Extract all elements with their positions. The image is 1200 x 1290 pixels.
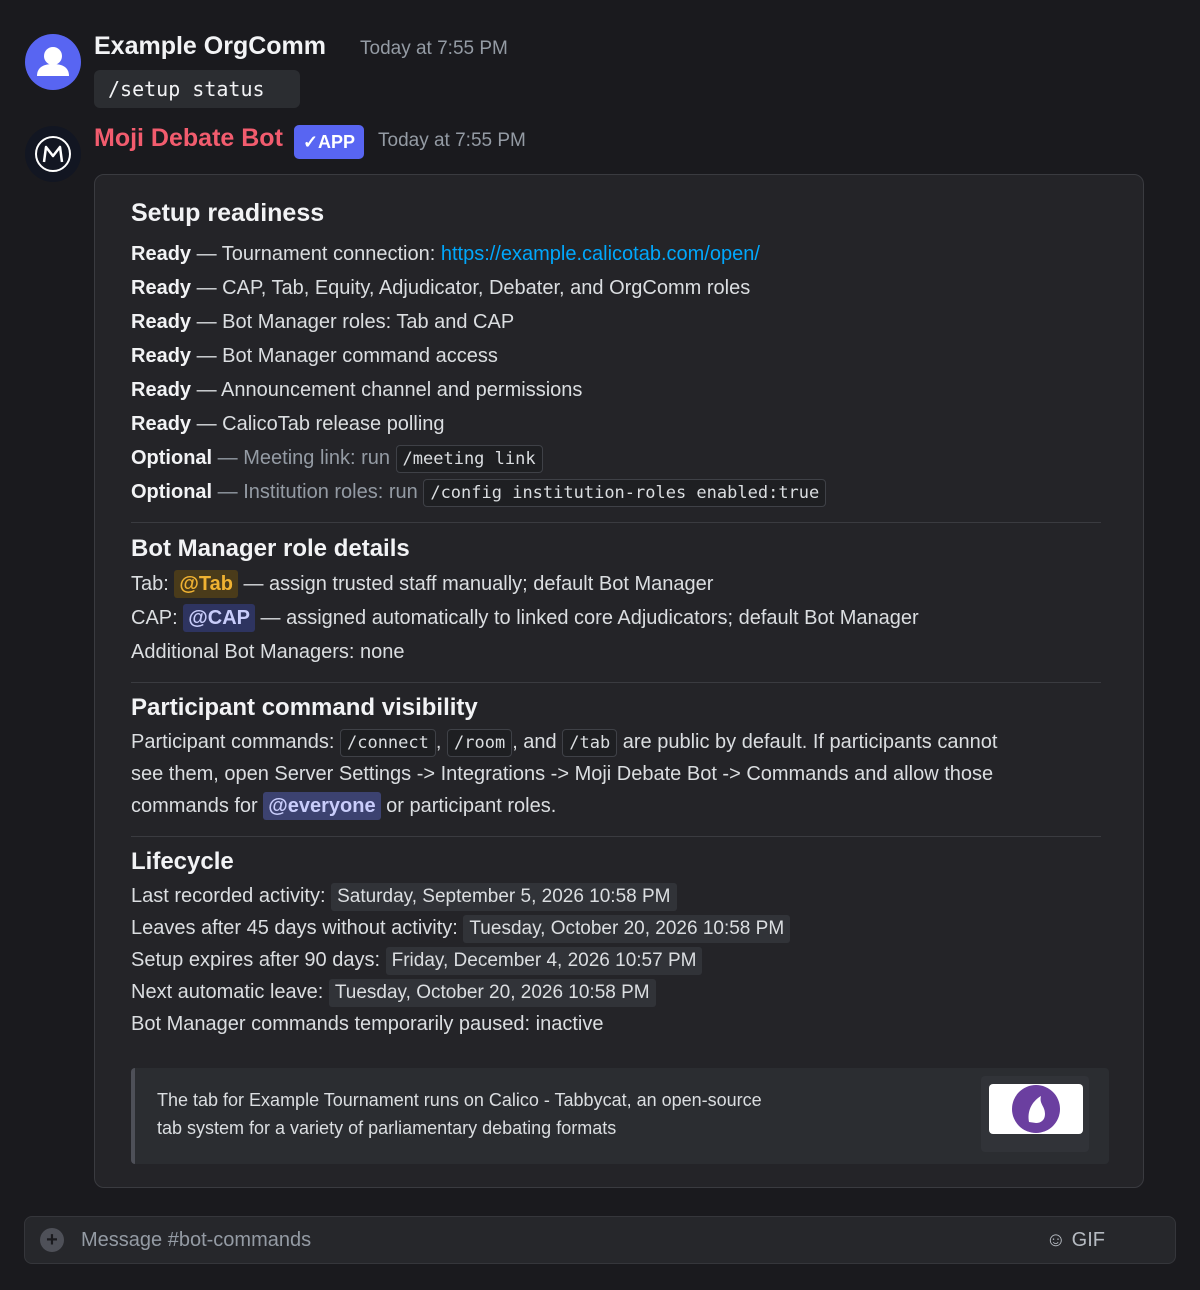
slash-command-chip[interactable]: /setup status xyxy=(94,70,300,108)
readiness-item: Ready — CalicoTab release polling xyxy=(131,413,445,435)
link-preview-description: The tab for Example Tournament runs on C… xyxy=(157,1090,762,1138)
section-title-lifecycle: Lifecycle xyxy=(131,848,234,875)
timestamp-chip[interactable]: Tuesday, October 20, 2026 10:58 PM xyxy=(463,915,791,943)
message-composer[interactable]: + Message #bot-commands ☺ GIF xyxy=(24,1216,1176,1264)
inline-code: /meeting link xyxy=(395,445,543,473)
everyone-mention[interactable]: @everyone xyxy=(263,792,381,820)
lifecycle-item: Setup expires after 90 days: Friday, Dec… xyxy=(131,946,703,975)
timestamp-chip[interactable]: Saturday, September 5, 2026 10:58 PM xyxy=(331,883,677,911)
gif-label[interactable]: GIF xyxy=(1072,1229,1105,1251)
app-badge: ✓APP xyxy=(294,125,364,159)
link-preview-embed[interactable]: The tab for Example Tournament runs on C… xyxy=(131,1068,1109,1164)
readiness-item: Ready — Bot Manager command access xyxy=(131,345,498,367)
inline-code-connect: /connect xyxy=(339,729,436,757)
additional-managers: Additional Bot Managers: none xyxy=(131,641,405,663)
message-timestamp: Today at 7:55 PM xyxy=(378,130,526,151)
section-divider xyxy=(131,682,1101,683)
status-embed: Setup readiness Ready — Tournament conne… xyxy=(94,174,1144,1188)
lifecycle-item: Last recorded activity: Saturday, Septem… xyxy=(131,882,677,911)
readiness-item: Ready — Announcement channel and permiss… xyxy=(131,379,583,401)
visibility-line-1: Participant commands: /connect, /room, a… xyxy=(131,728,997,757)
message-timestamp: Today at 7:55 PM xyxy=(360,38,508,59)
section-divider xyxy=(131,522,1101,523)
person-icon xyxy=(37,47,69,76)
lifecycle-item: Bot Manager commands temporarily paused:… xyxy=(131,1013,604,1035)
bot-avatar[interactable] xyxy=(25,126,81,182)
tabbycat-logo-icon xyxy=(1012,1085,1060,1133)
username-orgcomm[interactable]: Example OrgComm xyxy=(94,32,326,61)
moji-logo-icon xyxy=(35,136,71,172)
section-title-visibility: Participant command visibility xyxy=(131,694,478,721)
inline-code-room: /room xyxy=(447,729,513,757)
visibility-line-3: commands for @everyone or participant ro… xyxy=(131,792,556,820)
section-title-readiness: Setup readiness xyxy=(131,199,325,227)
user-avatar[interactable] xyxy=(25,34,81,90)
lifecycle-item: Next automatic leave: Tuesday, October 2… xyxy=(131,978,656,1007)
section-title-roles: Bot Manager role details xyxy=(131,535,410,562)
role-cap-line: CAP: @CAP — assigned automatically to li… xyxy=(131,604,919,632)
timestamp-chip[interactable]: Friday, December 4, 2026 10:57 PM xyxy=(385,947,703,975)
cap-role-mention[interactable]: @CAP xyxy=(183,604,255,632)
timestamp-chip[interactable]: Tuesday, October 20, 2026 10:58 PM xyxy=(328,979,656,1007)
section-divider xyxy=(131,836,1101,837)
tab-role-mention[interactable]: @Tab xyxy=(174,570,238,598)
lifecycle-item: Leaves after 45 days without activity: T… xyxy=(131,914,791,943)
readiness-item: Ready — Tournament connection: https://e… xyxy=(131,243,760,265)
readiness-item: Ready — CAP, Tab, Equity, Adjudicator, D… xyxy=(131,277,751,299)
role-tab-line: Tab: @Tab — assign trusted staff manuall… xyxy=(131,570,713,598)
tournament-link[interactable]: https://example.calicotab.com/open/ xyxy=(441,243,760,265)
inline-code: /config institution-roles enabled:true xyxy=(423,479,827,507)
link-preview-thumbnail[interactable] xyxy=(981,1076,1089,1152)
username-bot[interactable]: Moji Debate Bot xyxy=(94,124,283,153)
inline-code-tab: /tab xyxy=(562,729,618,757)
readiness-item-optional: Optional — Institution roles: run /confi… xyxy=(131,478,827,507)
readiness-item: Ready — Bot Manager roles: Tab and CAP xyxy=(131,311,515,333)
visibility-line-2: see them, open Server Settings -> Integr… xyxy=(131,763,994,785)
emoji-icon[interactable]: ☺ xyxy=(1046,1229,1066,1251)
gif-button[interactable]: ☺ GIF xyxy=(1046,1229,1105,1252)
message-input[interactable]: Message #bot-commands xyxy=(81,1229,311,1252)
readiness-item-optional: Optional — Meeting link: run /meeting li… xyxy=(131,444,543,473)
plus-icon[interactable]: + xyxy=(40,1228,64,1252)
